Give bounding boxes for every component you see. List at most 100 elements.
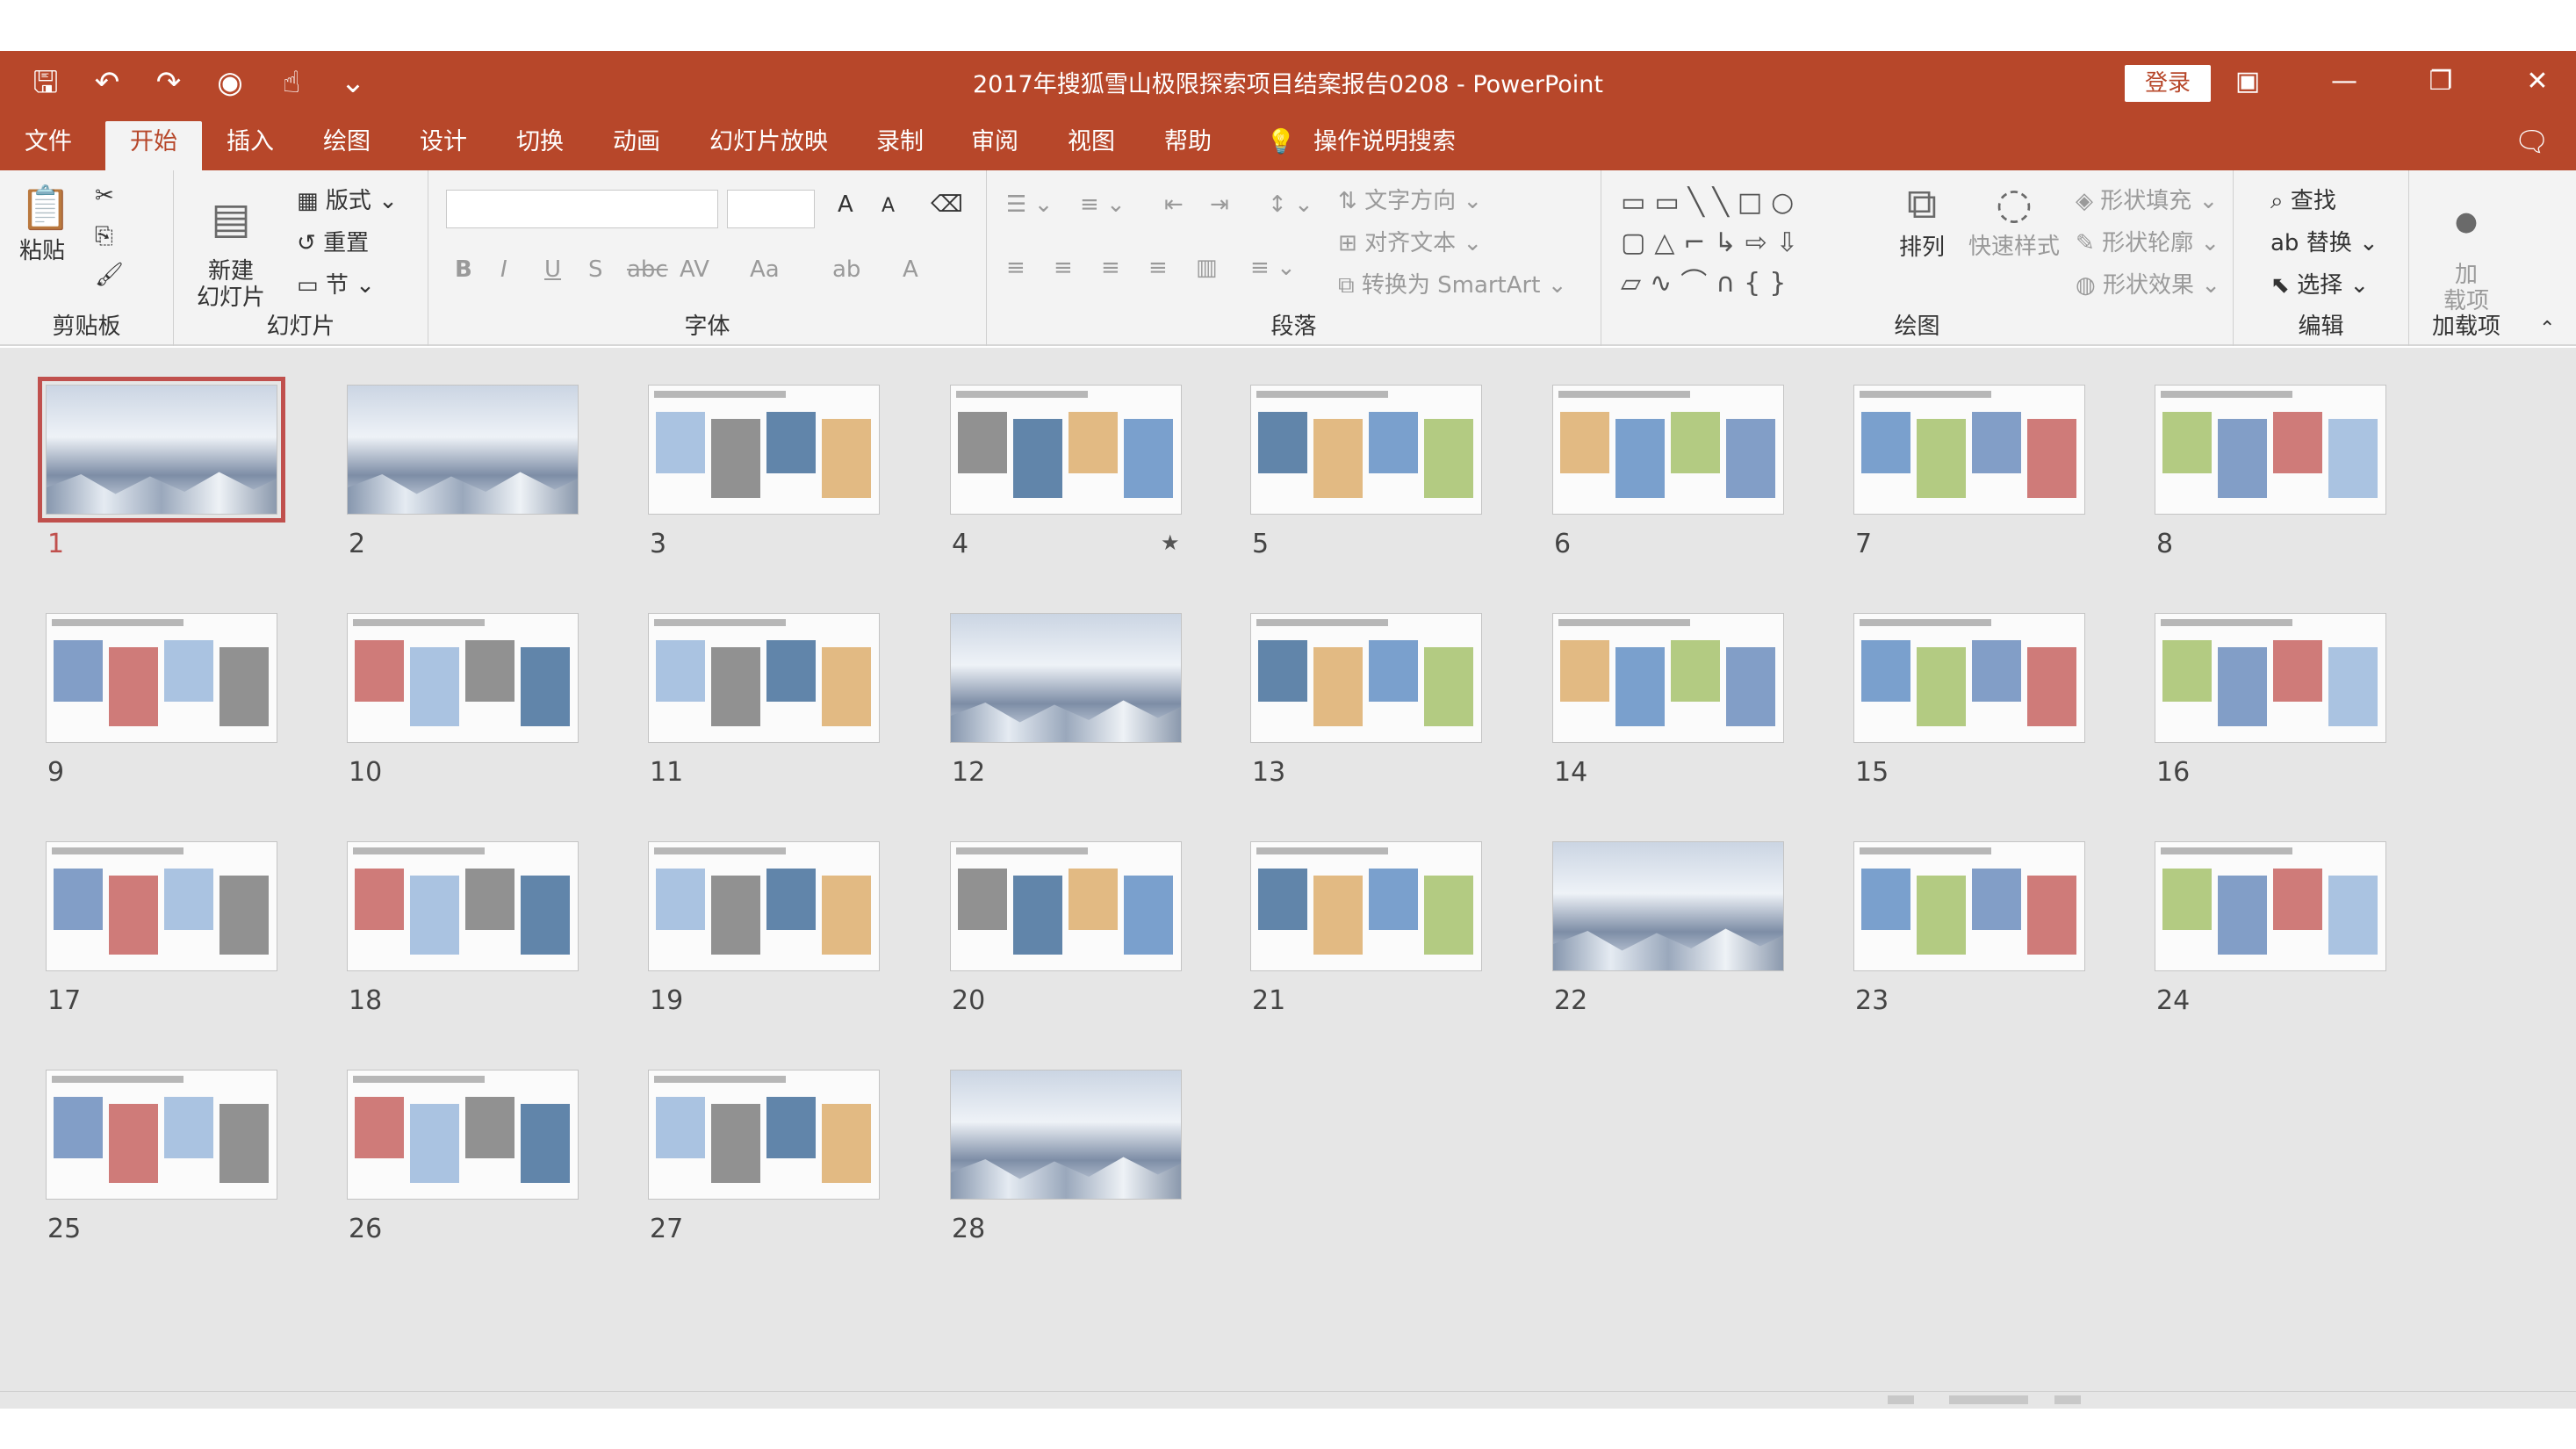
select-button[interactable]: ⬉ 选择 ⌄ (2270, 267, 2369, 299)
slide-preview[interactable] (648, 613, 880, 743)
shape-effects-button[interactable]: ◍ 形状效果 ⌄ (2076, 267, 2220, 299)
comment-icon[interactable]: 🗨 (2514, 125, 2550, 158)
font-name-field[interactable] (446, 190, 718, 228)
slide-thumbnail-8[interactable]: 8 (2155, 385, 2392, 569)
increase-indent-icon[interactable]: ⇥ (1210, 191, 1229, 218)
line-spacing-icon[interactable]: ↕ ⌄ (1268, 191, 1313, 218)
slide-thumbnail-12[interactable]: 12 (950, 613, 1187, 797)
tab-view[interactable]: 视图 (1068, 126, 1115, 158)
bullets-icon[interactable]: ☰ ⌄ (1006, 191, 1053, 218)
minimize-icon[interactable]: — (2327, 60, 2362, 104)
slide-preview[interactable] (1250, 613, 1482, 743)
collapse-ribbon-icon[interactable]: ⌃ (2539, 318, 2555, 340)
slide-thumbnail-10[interactable]: 10 (347, 613, 584, 797)
slide-preview[interactable] (38, 377, 285, 523)
find-button[interactable]: ⌕ 查找 (2270, 183, 2336, 215)
tell-me-search[interactable]: 操作说明搜索 (1313, 126, 1456, 158)
slide-thumbnail-24[interactable]: 24 (2155, 841, 2392, 1026)
shadow-button[interactable]: S (588, 256, 603, 283)
slide-thumbnail-25[interactable]: 25 (46, 1070, 283, 1254)
tab-slideshow[interactable]: 幻灯片放映 (709, 126, 828, 158)
shrink-font-button[interactable]: A (881, 195, 895, 217)
slide-preview[interactable] (950, 1070, 1182, 1200)
slide-preview[interactable] (1853, 613, 2085, 743)
clear-format-icon[interactable]: ⌫ (931, 191, 963, 218)
slide-thumbnail-28[interactable]: 28 (950, 1070, 1187, 1254)
shape-outline-button[interactable]: ✎ 形状轮廓 ⌄ (2076, 225, 2220, 257)
slide-thumbnail-15[interactable]: 15 (1853, 613, 2090, 797)
tab-home[interactable]: 开始 (105, 121, 202, 170)
columns-icon[interactable]: ▥ (1196, 255, 1218, 281)
quick-styles-button[interactable]: ◌ 快速样式 (1961, 179, 2067, 261)
slide-preview[interactable] (648, 385, 880, 515)
bold-button[interactable]: B (455, 256, 472, 283)
addins-button[interactable]: ● 加 载项 (2436, 183, 2497, 315)
slide-preview[interactable] (950, 385, 1182, 515)
slide-preview[interactable] (1552, 841, 1784, 971)
tab-design[interactable]: 设计 (420, 126, 467, 158)
ribbon-display-icon[interactable]: ▣ (2230, 60, 2265, 104)
slide-preview[interactable] (1552, 385, 1784, 515)
copy-icon[interactable]: ⎘ (95, 223, 113, 250)
slide-thumbnail-1[interactable]: 1 (38, 377, 285, 569)
slide-thumbnail-22[interactable]: 22 (1552, 841, 1789, 1026)
login-button[interactable]: 登录 (2125, 65, 2211, 102)
align-text-button[interactable]: ⊞ 对齐文本 ⌄ (1338, 225, 1482, 257)
new-slide-button[interactable]: ▤ 新建 幻灯片 (191, 179, 270, 311)
tab-record[interactable]: 录制 (876, 126, 924, 158)
tab-file[interactable]: 文件 (25, 126, 72, 158)
tab-transitions[interactable]: 切换 (516, 126, 564, 158)
slide-thumbnail-23[interactable]: 23 (1853, 841, 2090, 1026)
reset-button[interactable]: ↺ 重置 (297, 225, 369, 257)
slide-preview[interactable] (950, 613, 1182, 743)
format-painter-icon[interactable]: 🖌 (95, 262, 124, 288)
arrange-button[interactable]: ⧉ 排列 (1891, 179, 1953, 262)
strikethrough-button[interactable]: abc (627, 256, 668, 283)
slide-thumbnail-7[interactable]: 7 (1853, 385, 2090, 569)
shape-fill-button[interactable]: ◈ 形状填充 ⌄ (2076, 183, 2218, 215)
paste-button[interactable]: 📋 粘贴 (19, 183, 72, 265)
slide-thumbnail-18[interactable]: 18 (347, 841, 584, 1026)
slide-thumbnail-6[interactable]: 6 (1552, 385, 1789, 569)
slide-thumbnail-4[interactable]: 4 ★ (950, 385, 1187, 569)
transition-star-icon[interactable]: ★ (1161, 530, 1180, 555)
slide-thumbnail-3[interactable]: 3 (648, 385, 885, 569)
slide-thumbnail-27[interactable]: 27 (648, 1070, 885, 1254)
underline-button[interactable]: U (544, 256, 561, 283)
decrease-indent-icon[interactable]: ⇤ (1164, 191, 1184, 218)
grow-font-button[interactable]: A (838, 191, 853, 218)
slide-preview[interactable] (2155, 613, 2386, 743)
slide-thumbnail-14[interactable]: 14 (1552, 613, 1789, 797)
slide-thumbnail-16[interactable]: 16 (2155, 613, 2392, 797)
tab-review[interactable]: 审阅 (971, 126, 1018, 158)
slide-thumbnail-20[interactable]: 20 (950, 841, 1187, 1026)
align-center-icon[interactable]: ≡ (1054, 255, 1073, 281)
slide-preview[interactable] (46, 1070, 277, 1200)
replace-button[interactable]: ab 替换 ⌄ (2270, 225, 2378, 257)
shapes-gallery[interactable]: ▭▭╲╲□○ ▢△⌐↳⇨⇩ ▱∿⌒∩{} (1621, 183, 1858, 304)
slide-thumbnail-13[interactable]: 13 (1250, 613, 1487, 797)
slide-preview[interactable] (1250, 385, 1482, 515)
tab-draw[interactable]: 绘图 (323, 126, 371, 158)
italic-button[interactable]: I (500, 256, 507, 283)
slide-preview[interactable] (1853, 385, 2085, 515)
align-right-icon[interactable]: ≡ (1101, 255, 1120, 281)
slide-thumbnail-21[interactable]: 21 (1250, 841, 1487, 1026)
highlight-icon[interactable]: ab (832, 256, 860, 283)
font-size-field[interactable] (727, 190, 815, 228)
font-color-button[interactable]: A (903, 256, 918, 283)
slide-thumbnail-2[interactable]: 2 (347, 385, 584, 569)
slide-thumbnail-5[interactable]: 5 (1250, 385, 1487, 569)
slide-thumbnail-26[interactable]: 26 (347, 1070, 584, 1254)
tab-help[interactable]: 帮助 (1164, 126, 1212, 158)
slide-preview[interactable] (347, 385, 579, 515)
slide-thumbnail-11[interactable]: 11 (648, 613, 885, 797)
align-left-icon[interactable]: ≡ (1006, 255, 1025, 281)
slide-thumbnail-9[interactable]: 9 (46, 613, 283, 797)
char-spacing-button[interactable]: AV (680, 256, 709, 283)
slide-preview[interactable] (648, 1070, 880, 1200)
slide-preview[interactable] (950, 841, 1182, 971)
slide-thumbnail-19[interactable]: 19 (648, 841, 885, 1026)
slide-preview[interactable] (46, 841, 277, 971)
slide-preview[interactable] (347, 841, 579, 971)
